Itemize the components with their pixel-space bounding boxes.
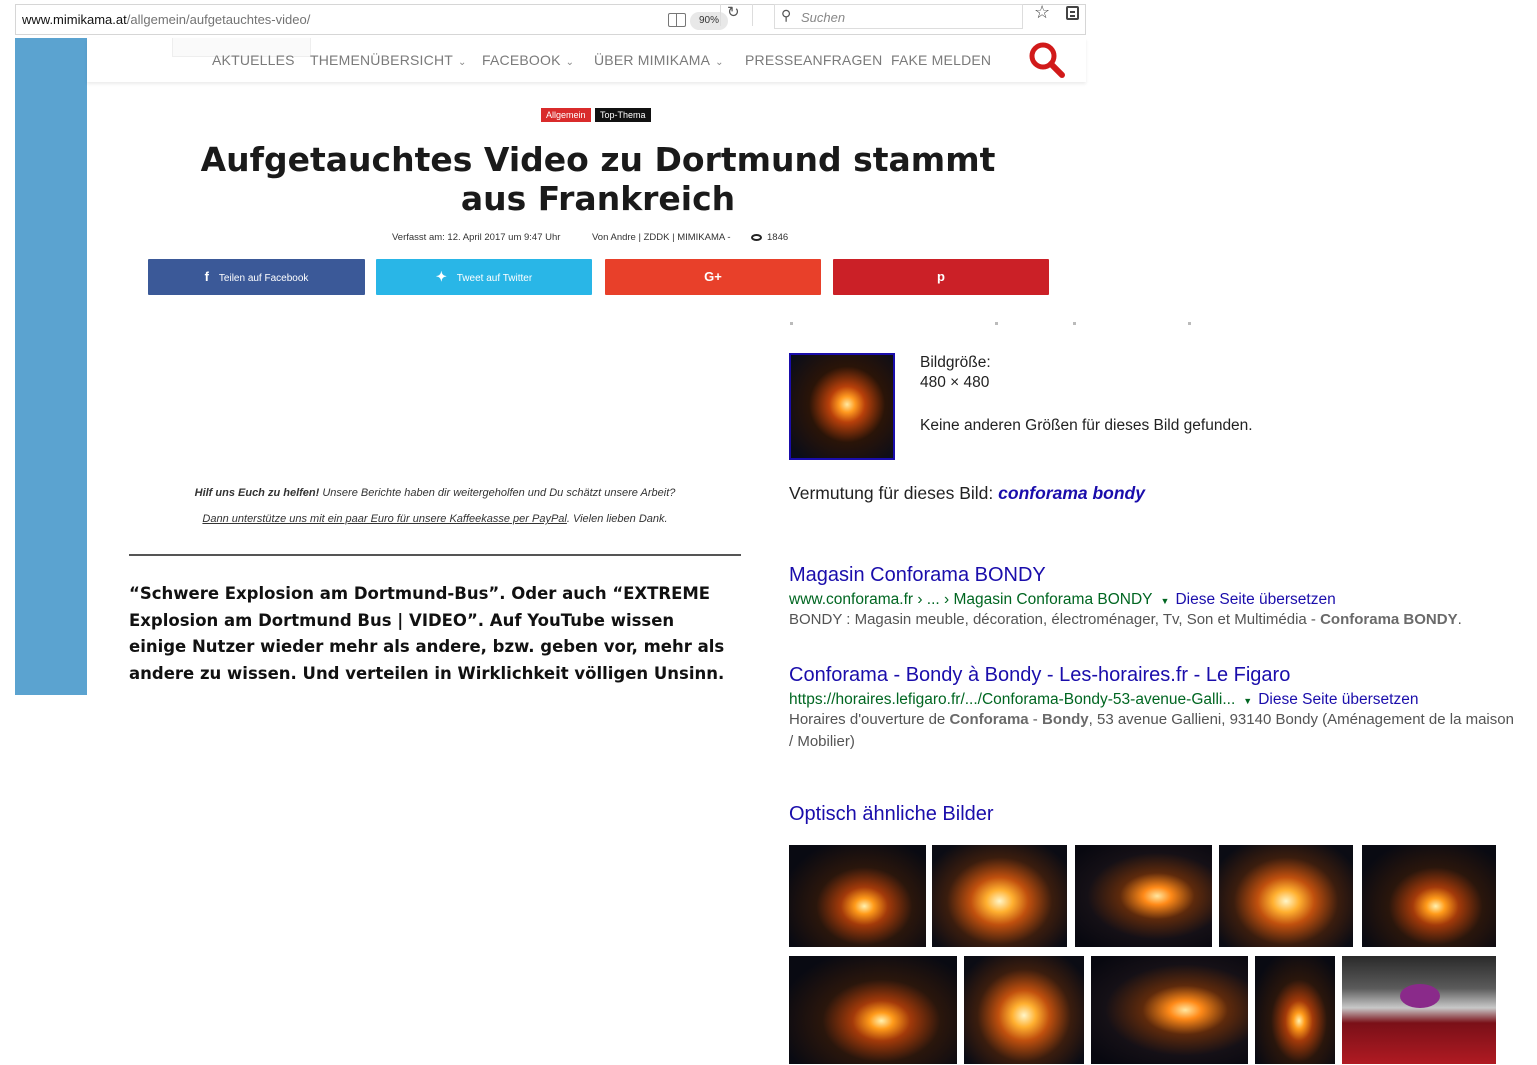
reload-icon[interactable]: ↻ [727,3,740,21]
zoom-indicator[interactable]: 90% [690,12,728,30]
no-other-sizes-text: Keine anderen Größen für dieses Bild gef… [920,417,1253,434]
category-tag[interactable]: Top-Thema [595,108,651,122]
paypal-link[interactable]: Dann unterstütze uns mit ein paar Euro f… [202,513,566,525]
url-text[interactable]: www.mimikama.at/allgemein/aufgetauchtes-… [22,12,310,27]
article-title: Aufgetauchtes Video zu Dortmund stammt a… [150,140,1046,218]
url-path: /allgemein/aufgetauchtes-video/ [126,12,311,27]
result-url-text: www.conforama.fr › ... › Magasin Confora… [789,591,1153,608]
nav-label: FACEBOOK [482,52,561,68]
bookmark-star-icon[interactable]: ☆ [1034,2,1050,23]
nav-item-facebook[interactable]: FACEBOOK ⌄ [482,52,574,68]
support-text: Hilf uns Euch zu helfen! Unsere Berichte… [128,487,742,499]
snippet-bold: Conforama [949,711,1029,728]
similar-image[interactable] [1255,956,1335,1064]
view-count: 1846 [767,232,789,243]
similar-images-heading[interactable]: Optisch ähnliche Bilder [789,803,994,826]
similar-image[interactable] [1362,845,1496,947]
similar-image[interactable] [1219,845,1353,947]
similar-image[interactable] [789,956,957,1064]
similar-image[interactable] [964,956,1084,1064]
nav-label: PRESSEANFRAGEN [745,52,883,68]
result-url: https://horaires.lefigaro.fr/.../Confora… [789,691,1418,709]
nav-label: FAKE MELDEN [891,52,992,68]
twitter-icon: ✦ [435,269,447,284]
site-navigation: AKTUELLES THEMENÜBERSICHT ⌄ FACEBOOK ⌄ ÜBE… [87,38,1086,82]
post-date: Verfasst am: 12. April 2017 um 9:47 Uhr [392,232,561,243]
guess-link[interactable]: conforama bondy [998,483,1145,503]
similar-image[interactable] [1091,956,1248,1064]
query-image-thumbnail[interactable] [789,353,895,460]
divider [129,554,741,556]
side-strip [15,38,87,695]
nav-item-presseanfragen[interactable]: PRESSEANFRAGEN [745,52,882,68]
result-title[interactable]: Conforama - Bondy à Bondy - Les-horaires… [789,664,1290,687]
toolbar-divider [720,4,721,26]
chevron-down-icon: ⌄ [715,57,724,68]
snippet-text: . [1457,611,1462,628]
nav-label: ÜBER MIMIKAMA [594,52,711,68]
similar-image[interactable] [1342,956,1496,1064]
similar-image[interactable] [932,845,1067,947]
support-end: . Vielen lieben Dank. [566,513,668,525]
chevron-down-icon: ⌄ [458,57,467,68]
snippet-bold: Bondy [1041,711,1089,728]
clipboard-icon[interactable] [1066,6,1079,20]
article-lead: “Schwere Explosion am Dortmund-Bus”. Ode… [129,584,725,684]
pinterest-icon: p [937,269,945,284]
cropped-text-fragment [790,322,1191,326]
guess-prefix: Vermutung für dieses Bild: [789,483,999,503]
title-line: Aufgetauchtes Video zu Dortmund stammt [200,140,996,179]
facebook-icon: f [204,269,209,284]
translate-link[interactable]: Diese Seite übersetzen [1258,691,1418,708]
title-line: aus Frankreich [460,179,736,218]
snippet-text: - [1028,711,1042,728]
support-rest: Unsere Berichte haben dir weitergeholfen… [319,487,676,499]
nav-label: AKTUELLES [212,52,295,68]
chevron-down-icon: ⌄ [565,57,575,68]
result-title[interactable]: Magasin Conforama BONDY [789,564,1046,587]
similar-image[interactable] [1075,845,1212,947]
search-icon[interactable] [1028,41,1068,81]
reader-view-icon[interactable] [668,13,686,27]
result-url: www.conforama.fr › ... › Magasin Confora… [789,591,1336,609]
cinema-logo [1400,984,1440,1008]
snippet-bold: Conforama BONDY [1320,611,1458,628]
nav-item-themenuebersicht[interactable]: THEMENÜBERSICHT ⌄ [310,52,467,68]
image-size-value: 480 × 480 [920,374,990,391]
nav-label: THEMENÜBERSICHT [310,52,454,68]
toolbar-divider [752,4,753,26]
snippet-text: BONDY : Magasin meuble, décoration, élec… [789,611,1321,628]
share-facebook-button[interactable]: f Teilen auf Facebook [148,259,365,295]
result-snippet: Horaires d'ouverture de Conforama - Bond… [789,709,1519,753]
browser-search-input[interactable]: ⚲ Suchen [774,4,1023,29]
support-text-2: Dann unterstütze uns mit ein paar Euro f… [128,513,742,525]
result-url-text: https://horaires.lefigaro.fr/.../Confora… [789,691,1236,708]
share-pinterest-button[interactable]: p [833,259,1049,295]
best-guess: Vermutung für dieses Bild: conforama bon… [789,483,1145,504]
share-twitter-button[interactable]: ✦ Tweet auf Twitter [376,259,592,295]
search-placeholder: Suchen [801,10,846,25]
share-googleplus-button[interactable]: G+ [605,259,821,295]
url-host: www.mimikama.at [22,12,127,27]
category-tag[interactable]: Allgemein [541,108,591,122]
dropdown-arrow-icon[interactable]: ▼ [1243,696,1252,706]
nav-item-ueber-mimikama[interactable]: ÜBER MIMIKAMA ⌄ [594,52,724,68]
post-author[interactable]: Von Andre | ZDDK | MIMIKAMA - [592,232,731,243]
support-bold: Hilf uns Euch zu helfen! [194,487,320,499]
snippet-text: Horaires d'ouverture de [789,711,950,728]
similar-image[interactable] [789,845,926,947]
share-label: Tweet auf Twitter [456,273,533,284]
result-snippet: BONDY : Magasin meuble, décoration, élec… [789,609,1519,631]
nav-item-fake-melden[interactable]: FAKE MELDEN [891,52,991,68]
dropdown-arrow-icon[interactable]: ▼ [1161,596,1170,606]
share-label: Teilen auf Facebook [218,273,309,284]
search-icon: ⚲ [781,7,792,23]
nav-item-aktuelles[interactable]: AKTUELLES [212,52,295,68]
image-size-label: Bildgröße: [920,354,991,371]
translate-link[interactable]: Diese Seite übersetzen [1175,591,1335,608]
eye-icon [751,234,762,241]
googleplus-icon: G+ [704,269,722,284]
